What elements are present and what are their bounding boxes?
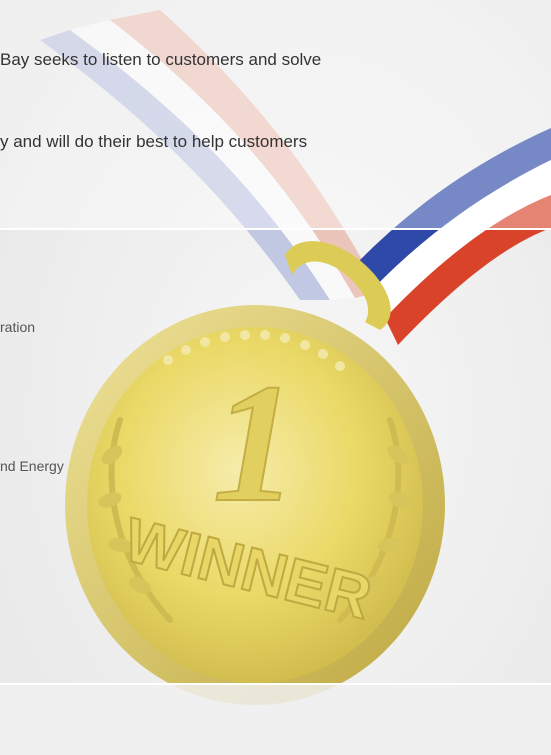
intro-text-line-2: y and will do their best to help custome…: [0, 132, 308, 151]
medal-number: 1: [213, 349, 298, 537]
list-item-2: nd Energy: [0, 458, 64, 474]
intro-text-line-1: Bay seeks to listen to customers and sol…: [0, 50, 322, 69]
section-divider-top: [0, 228, 551, 230]
intro-panel: [0, 0, 551, 228]
bottom-panel: [0, 685, 551, 755]
list-item-1: ration: [0, 319, 36, 335]
